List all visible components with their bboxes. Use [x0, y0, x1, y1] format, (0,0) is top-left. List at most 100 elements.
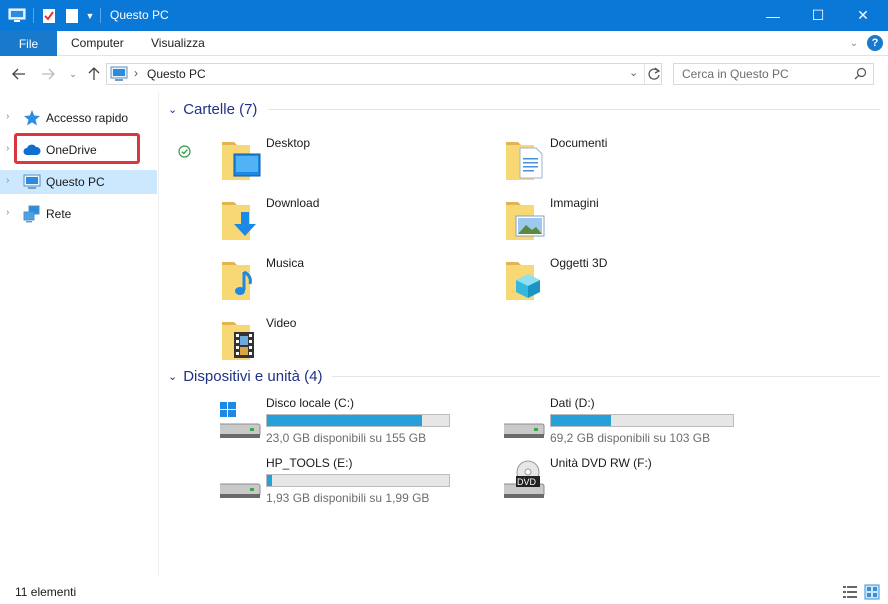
folder-tile-music[interactable]: Musica: [220, 256, 490, 312]
new-folder-icon[interactable]: [63, 6, 81, 26]
drive-free-space: 1,93 GB disponibili su 1,99 GB: [266, 491, 430, 505]
3d-objects-folder-icon: [504, 256, 548, 304]
sync-status-icon: [178, 145, 191, 161]
search-icon[interactable]: [854, 67, 867, 83]
folder-name: Video: [266, 316, 297, 330]
folder-tile-documents[interactable]: Documenti: [504, 136, 774, 192]
sidebar-item-label: Accesso rapido: [46, 111, 129, 125]
tab-file[interactable]: File: [0, 31, 57, 56]
drive-name: Dati (D:): [550, 396, 595, 410]
sidebar-item-this-pc[interactable]: › Questo PC: [0, 170, 157, 194]
ribbon: File Computer Visualizza ⌄ ?: [0, 31, 888, 56]
music-folder-icon: [220, 256, 264, 304]
drive-usage-bar: [266, 414, 450, 427]
collapse-chevron-icon[interactable]: ⌄: [168, 370, 177, 383]
drive-tile-f[interactable]: DVD Unità DVD RW (F:): [499, 456, 774, 512]
pictures-folder-icon: [504, 196, 548, 244]
path-separator: ›: [134, 66, 138, 80]
separator: [644, 64, 645, 84]
drive-tile-e[interactable]: HP_TOOLS (E:) 1,93 GB disponibili su 1,9…: [215, 456, 490, 512]
star-icon: [23, 109, 41, 127]
group-header-folders[interactable]: ⌄ Cartelle (7): [168, 99, 257, 119]
expand-icon[interactable]: ›: [6, 175, 9, 186]
folder-tile-download[interactable]: Download: [220, 196, 490, 252]
drive-usage-bar: [266, 474, 450, 487]
folder-tile-desktop[interactable]: Desktop: [220, 136, 490, 192]
content-pane: ⌄ Cartelle (7) Desktop Documenti Downloa…: [160, 92, 888, 576]
chevron-down-icon[interactable]: ⌄: [846, 35, 862, 51]
drive-icon: [215, 456, 264, 504]
address-bar[interactable]: › Questo PC ⌄: [106, 63, 662, 85]
folder-tile-3d-objects[interactable]: Oggetti 3D: [504, 256, 774, 312]
details-view-icon[interactable]: [842, 584, 858, 600]
customize-toolbar-icon[interactable]: ▼: [84, 6, 96, 26]
title-bar: ▼ Questo PC — ☐ ✕: [0, 0, 888, 31]
tiles-view-icon[interactable]: [864, 584, 880, 600]
network-icon: [23, 205, 41, 223]
onedrive-highlight-box: [14, 133, 140, 164]
folder-tile-pictures[interactable]: Immagini: [504, 196, 774, 252]
search-box[interactable]: [673, 63, 874, 85]
tab-computer[interactable]: Computer: [71, 36, 124, 50]
folder-name: Desktop: [266, 136, 311, 150]
search-input[interactable]: [674, 64, 850, 84]
group-title: Cartelle (7): [183, 100, 258, 118]
group-title: Dispositivi e unità (4): [183, 367, 323, 385]
refresh-icon[interactable]: [647, 66, 661, 85]
properties-icon[interactable]: [40, 6, 58, 26]
computer-icon[interactable]: [6, 6, 28, 26]
tab-visualizza[interactable]: Visualizza: [151, 36, 205, 50]
back-button[interactable]: [9, 64, 29, 84]
sidebar-item-label: Rete: [46, 207, 72, 221]
group-divider: [268, 109, 880, 110]
help-icon[interactable]: ?: [867, 35, 883, 51]
documents-folder-icon: [504, 136, 548, 184]
drive-name: Unità DVD RW (F:): [550, 456, 652, 470]
drive-free-space: 23,0 GB disponibili su 155 GB: [266, 431, 427, 445]
expand-icon[interactable]: ›: [6, 111, 9, 122]
sidebar-item-quick-access[interactable]: › Accesso rapido: [0, 106, 157, 130]
address-dropdown-icon[interactable]: ⌄: [629, 66, 638, 79]
folder-name: Musica: [266, 256, 305, 270]
maximize-button[interactable]: ☐: [795, 0, 841, 31]
close-button[interactable]: ✕: [840, 0, 886, 31]
group-header-devices[interactable]: ⌄ Dispositivi e unità (4): [168, 366, 322, 386]
minimize-button[interactable]: —: [750, 0, 796, 31]
sidebar-item-label: Questo PC: [46, 175, 105, 189]
drive-tile-d[interactable]: Dati (D:) 69,2 GB disponibili su 103 GB: [499, 396, 774, 452]
drive-usage-fill: [267, 475, 273, 486]
dvd-label: DVD: [517, 477, 537, 487]
separator: [100, 8, 101, 23]
expand-icon[interactable]: ›: [6, 143, 9, 154]
computer-icon: [110, 66, 128, 85]
desktop-folder-icon: [220, 136, 264, 184]
drive-usage-bar: [550, 414, 734, 427]
folder-tile-video[interactable]: Video: [220, 316, 490, 372]
collapse-chevron-icon[interactable]: ⌄: [168, 103, 177, 116]
group-divider: [332, 376, 880, 377]
drive-usage-fill: [267, 415, 423, 426]
sidebar-item-network[interactable]: › Rete: [0, 202, 157, 226]
drive-tile-c[interactable]: Disco locale (C:) 23,0 GB disponibili su…: [215, 396, 490, 452]
video-folder-icon: [220, 316, 264, 364]
status-bar: 11 elementi: [0, 580, 888, 604]
recent-locations-icon[interactable]: ⌄: [63, 64, 83, 84]
item-count: 11 elementi: [15, 585, 77, 599]
up-button[interactable]: [84, 64, 104, 84]
folder-name: Documenti: [550, 136, 608, 150]
window-title: Questo PC: [110, 8, 169, 22]
folder-name: Download: [266, 196, 320, 210]
folder-name: Oggetti 3D: [550, 256, 608, 270]
expand-icon[interactable]: ›: [6, 207, 9, 218]
download-folder-icon: [220, 196, 264, 244]
navigation-pane: › Accesso rapido › OneDrive › Questo PC …: [0, 92, 159, 576]
drive-free-space: 69,2 GB disponibili su 103 GB: [550, 431, 711, 445]
folder-name: Immagini: [550, 196, 599, 210]
drive-name: Disco locale (C:): [266, 396, 355, 410]
drive-usage-fill: [551, 415, 611, 426]
drive-name: HP_TOOLS (E:): [266, 456, 353, 470]
drive-icon: [499, 396, 548, 444]
forward-button[interactable]: [38, 64, 58, 84]
navigation-bar: ⌄ › Questo PC ⌄: [0, 56, 888, 92]
address-path[interactable]: Questo PC: [147, 67, 206, 81]
